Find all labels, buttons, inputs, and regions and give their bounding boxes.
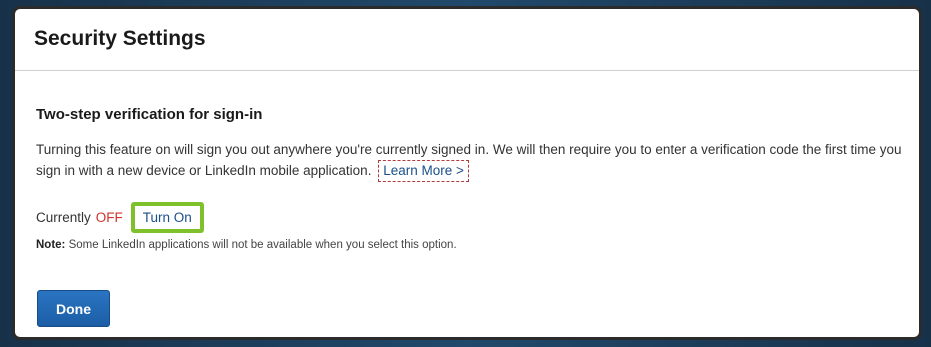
two-step-verification-heading: Two-step verification for sign-in [36,106,263,123]
dialog-header: Security Settings [15,9,919,71]
note-body: Some LinkedIn applications will not be a… [68,239,457,251]
turn-on-button[interactable]: Turn On [130,202,204,233]
dialog-title: Security Settings [34,27,206,50]
learn-more-link[interactable]: Learn More > [378,160,469,182]
status-value: OFF [95,210,123,225]
verification-status-row: Currently OFF Turn On [36,202,204,233]
done-button[interactable]: Done [37,290,110,327]
two-step-description: Turning this feature on will sign you ou… [36,140,906,182]
note-prefix: Note: [36,239,66,251]
note-text: Note: Some LinkedIn applications will no… [36,239,457,251]
status-label: Currently [36,210,91,225]
security-settings-dialog: Security Settings Two-step verification … [12,6,922,340]
